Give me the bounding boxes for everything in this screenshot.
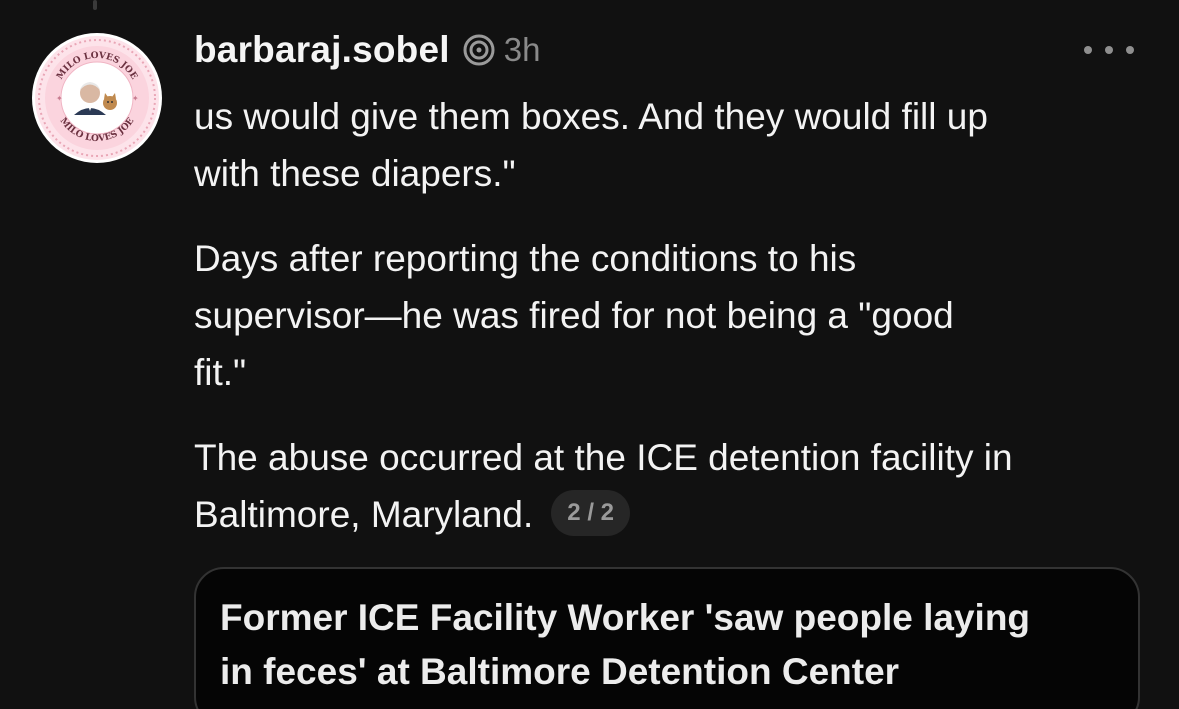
post-timestamp: 3h: [503, 31, 541, 68]
threads-logo-icon: [462, 33, 496, 67]
post-paragraph-2: Days after reporting the conditions to h…: [194, 238, 954, 393]
svg-text:✦: ✦: [56, 94, 63, 103]
username[interactable]: barbaraj.sobel: [194, 29, 450, 71]
page-indicator-badge: 2 / 2: [551, 490, 630, 537]
link-preview-card[interactable]: Former ICE Facility Worker 'saw people l…: [194, 567, 1140, 709]
more-options-button[interactable]: [1084, 36, 1134, 64]
thread-connector-line: [93, 0, 97, 10]
link-preview-title: Former ICE Facility Worker 'saw people l…: [220, 597, 1031, 692]
post-body: us would give them boxes. And they would…: [194, 88, 1154, 543]
svg-text:✦: ✦: [132, 94, 139, 103]
post-header: barbaraj.sobel 3h: [194, 28, 540, 72]
more-options-icon: [1084, 46, 1092, 54]
post-paragraph-3: The abuse occurred at the ICE detention …: [194, 429, 1154, 543]
avatar[interactable]: MILO LOVES JOE MILO LOVES JOE ✦ ✦: [32, 33, 162, 163]
more-options-dot: [1126, 46, 1134, 54]
more-options-dot: [1105, 46, 1113, 54]
post-paragraph-1: us would give them boxes. And they would…: [194, 96, 988, 194]
